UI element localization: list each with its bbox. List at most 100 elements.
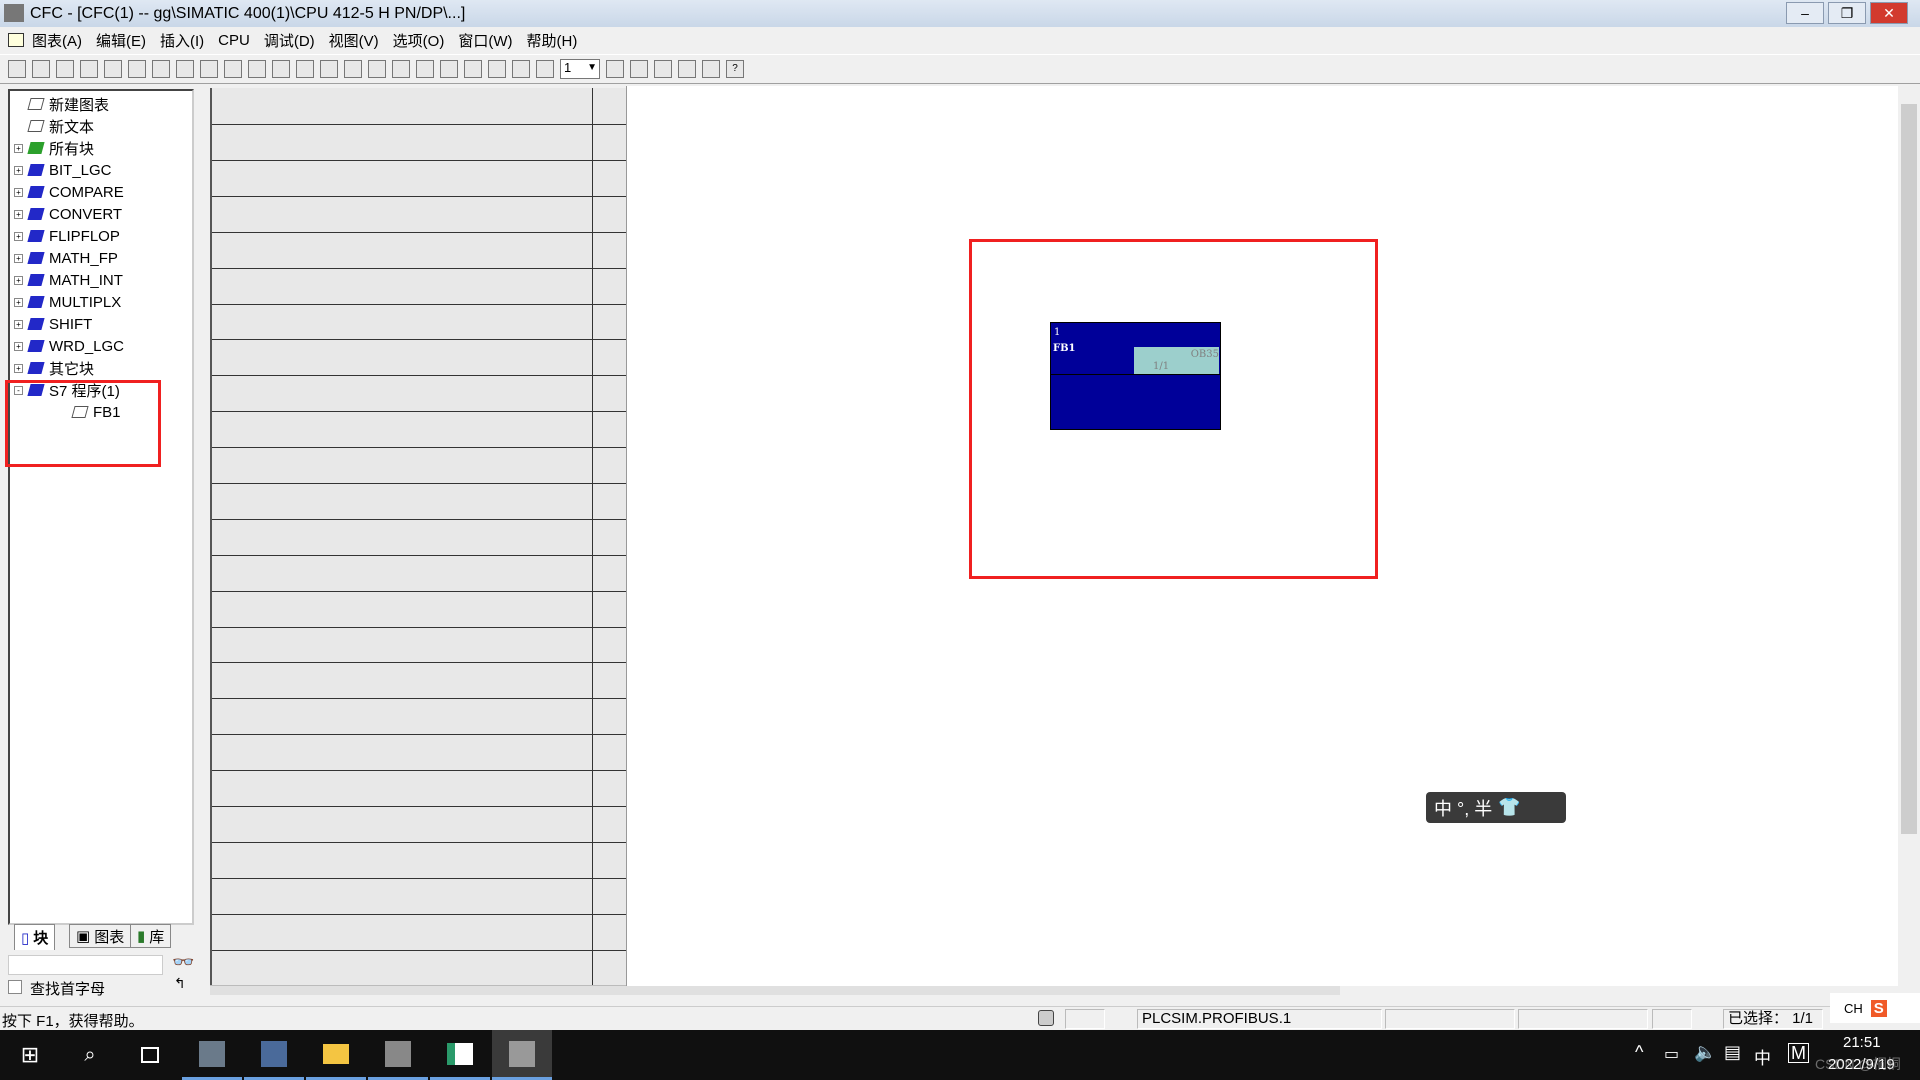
tree-item[interactable]: + MATH_FP <box>14 248 118 268</box>
menu-help[interactable]: 帮助(H) <box>527 30 578 51</box>
tree-item[interactable]: + 其它块 <box>14 358 94 378</box>
start-button[interactable]: ⊞ <box>0 1030 60 1080</box>
return-icon[interactable]: ↰ <box>174 975 186 992</box>
tree-icon[interactable] <box>200 60 218 78</box>
app-window-icon <box>447 1042 473 1065</box>
taskbar-app-window[interactable] <box>430 1030 490 1080</box>
clock-time[interactable]: 21:51 <box>1843 1034 1881 1051</box>
minimize-button[interactable]: – <box>1786 2 1824 24</box>
tree-item[interactable]: 新建图表 <box>14 94 109 114</box>
tree-item[interactable]: + MATH_INT <box>14 270 123 290</box>
ime-lang-indicator[interactable]: 中 <box>1754 1044 1771 1069</box>
expand-toggle-icon[interactable]: + <box>14 143 23 153</box>
zoom-out-icon[interactable] <box>630 60 648 78</box>
chart2-icon[interactable] <box>464 60 482 78</box>
paste-icon[interactable] <box>128 60 146 78</box>
tree-item[interactable]: 新文本 <box>14 116 94 136</box>
ime-toolbar[interactable]: 中 °, 半 👕 <box>1426 792 1566 823</box>
new-icon[interactable] <box>8 60 26 78</box>
expand-toggle-icon[interactable]: + <box>14 363 23 373</box>
sheet-view-icon[interactable] <box>512 60 530 78</box>
compile-icon[interactable] <box>296 60 314 78</box>
zoom-in-icon[interactable] <box>606 60 624 78</box>
app-icon <box>4 4 24 22</box>
menu-options[interactable]: 选项(O) <box>393 30 445 51</box>
test-mode-icon[interactable] <box>344 60 362 78</box>
restore-button[interactable]: ❐ <box>1828 2 1866 24</box>
taskbar-app-cfc[interactable] <box>492 1030 552 1080</box>
taskbar-app-explorer[interactable] <box>306 1030 366 1080</box>
overview-icon[interactable] <box>536 60 554 78</box>
horizontal-scrollbar[interactable] <box>210 985 1340 995</box>
menu-insert[interactable]: 插入(I) <box>160 30 204 51</box>
menu-window[interactable]: 窗口(W) <box>458 30 512 51</box>
trend-icon[interactable] <box>392 60 410 78</box>
expand-toggle-icon[interactable]: + <box>14 165 23 175</box>
context-help-icon[interactable]: ? <box>726 60 744 78</box>
block-icon[interactable] <box>152 60 170 78</box>
menu-chart[interactable]: 图表(A) <box>32 30 82 51</box>
tab-libraries[interactable]: ▮ 库 <box>130 924 172 948</box>
function-block-fb1[interactable]: 1 FB1 OB35 1/1 <box>1050 322 1221 430</box>
cfc-icon <box>509 1040 535 1067</box>
disconnect-icon[interactable] <box>416 60 434 78</box>
chart-icon[interactable] <box>176 60 194 78</box>
arrow-icon[interactable] <box>272 60 290 78</box>
tray-chevron-icon[interactable]: ^ <box>1635 1042 1643 1063</box>
expand-toggle-icon[interactable]: + <box>14 341 23 351</box>
expand-toggle-icon[interactable]: + <box>14 209 23 219</box>
find-binoculars-icon[interactable]: 👓 <box>172 952 194 973</box>
window-tile-v-icon[interactable] <box>702 60 720 78</box>
expand-toggle-icon[interactable]: + <box>14 319 23 329</box>
tree-item[interactable]: + CONVERT <box>14 204 122 224</box>
tree-item[interactable]: + COMPARE <box>14 182 124 202</box>
list-icon[interactable] <box>440 60 458 78</box>
tree-item[interactable]: + 所有块 <box>14 138 94 158</box>
scroll-thumb[interactable] <box>1901 104 1917 834</box>
tree-item[interactable]: + BIT_LGC <box>14 160 112 180</box>
expand-toggle-icon[interactable]: + <box>14 253 23 263</box>
tab-charts[interactable]: ▣ 图表 <box>69 924 132 948</box>
search-input[interactable] <box>8 955 163 975</box>
ime-mode-indicator[interactable]: M <box>1788 1043 1809 1063</box>
open-icon[interactable] <box>32 60 50 78</box>
taskbar-app-plcsim[interactable] <box>368 1030 428 1080</box>
menu-edit[interactable]: 编辑(E) <box>96 30 146 51</box>
first-letter-checkbox[interactable] <box>8 980 22 994</box>
notification-icon[interactable]: ▤ <box>1724 1042 1741 1063</box>
tree-item[interactable]: + FLIPFLOP <box>14 226 120 246</box>
connect-icon[interactable] <box>224 60 242 78</box>
network-error-icon[interactable]: ▭ <box>1664 1044 1679 1064</box>
expand-toggle-icon[interactable]: + <box>14 275 23 285</box>
expand-toggle-icon[interactable]: + <box>14 231 23 241</box>
taskbar-app-hw-config[interactable] <box>244 1030 304 1080</box>
vertical-scrollbar[interactable] <box>1898 86 1920 986</box>
block-folder-icon <box>27 208 45 220</box>
fit-icon[interactable] <box>488 60 506 78</box>
run-sequence-icon[interactable] <box>248 60 266 78</box>
print-icon[interactable] <box>56 60 74 78</box>
expand-toggle-icon[interactable]: + <box>14 187 23 197</box>
tree-item[interactable]: + WRD_LGC <box>14 336 124 356</box>
search-button[interactable]: ⌕ <box>60 1030 120 1080</box>
menu-cpu[interactable]: CPU <box>218 32 250 49</box>
menu-view[interactable]: 视图(V) <box>329 30 379 51</box>
tab-blocks[interactable]: ▯ 块 <box>14 924 56 950</box>
cut-icon[interactable] <box>80 60 98 78</box>
block-name: FB1 <box>1053 343 1076 354</box>
expand-toggle-icon[interactable]: + <box>14 297 23 307</box>
sheet-select[interactable]: 1 ▼ <box>560 59 600 79</box>
window-tile-h-icon[interactable] <box>678 60 696 78</box>
taskbar-app-simatic-manager[interactable] <box>182 1030 242 1080</box>
watch-icon[interactable] <box>368 60 386 78</box>
tree-item[interactable]: + SHIFT <box>14 314 92 334</box>
download-icon[interactable] <box>320 60 338 78</box>
volume-icon[interactable]: 🔈 <box>1694 1042 1716 1063</box>
window-cascade-icon[interactable] <box>654 60 672 78</box>
tree-item[interactable]: + MULTIPLX <box>14 292 121 312</box>
ime-tray[interactable]: CH S <box>1830 993 1920 1023</box>
close-button[interactable]: ✕ <box>1870 2 1908 24</box>
copy-icon[interactable] <box>104 60 122 78</box>
menu-debug[interactable]: 调试(D) <box>264 30 315 51</box>
task-view-button[interactable] <box>120 1030 180 1080</box>
